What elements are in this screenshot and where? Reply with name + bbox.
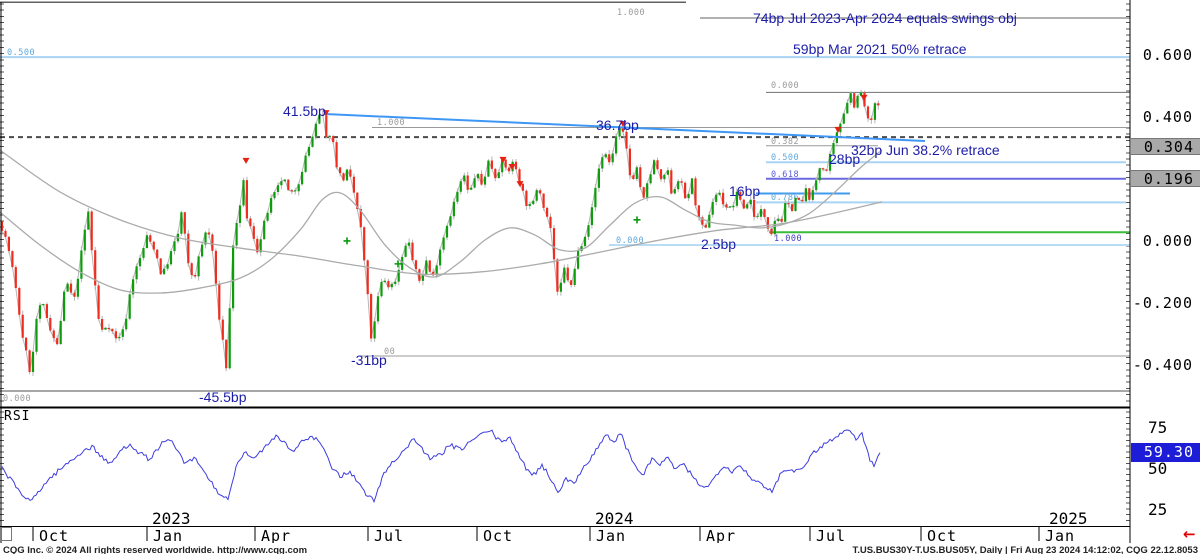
price-axis-label-0.600: 0.600 xyxy=(1132,46,1193,64)
sell-arrow-marker-0 xyxy=(243,158,250,164)
annotation-5: 28bp xyxy=(829,151,860,167)
price-close-connector xyxy=(2,92,878,372)
fib-label-6: 0.618 xyxy=(771,170,799,180)
rsi-line xyxy=(2,430,880,502)
symbol-status-text: T.US.BUS30Y-T.US.BUS05Y, Daily | Fri Aug… xyxy=(852,545,1198,554)
fib-label-2: 0.000 xyxy=(771,81,799,91)
sell-arrow-marker-7 xyxy=(861,95,868,101)
copyright-text: CQG Inc. © 2024 All rights reserved worl… xyxy=(3,545,307,554)
status-bar: CQG Inc. © 2024 All rights reserved worl… xyxy=(0,543,1200,554)
annotation-7: 2.5bp xyxy=(701,236,736,252)
annotation-1: 59bp Mar 2021 50% retrace xyxy=(793,41,967,57)
rsi-axis-label-75: 75 xyxy=(1148,418,1167,437)
annotation-9: -45.5bp xyxy=(199,389,246,405)
rsi-axis-label-25: 25 xyxy=(1148,500,1167,519)
axis-minor-ticks xyxy=(0,4,1130,520)
annotation-2: 41.5bp xyxy=(283,103,326,119)
rsi-value-badge: 59.30 xyxy=(1131,443,1200,462)
fib-label-8: 1.000 xyxy=(774,234,802,244)
annotation-0: 74bp Jul 2023-Apr 2024 equals swings obj xyxy=(753,10,1017,26)
fib-label-0: 1.000 xyxy=(617,8,645,18)
price-badge-0304: 0.304 xyxy=(1131,138,1200,155)
time-axis-year-2024: 2024 xyxy=(595,509,634,528)
fib-label-11: 0.000 xyxy=(3,394,31,404)
time-axis-year-2025: 2025 xyxy=(1049,509,1088,528)
annotation-8: -31bp xyxy=(351,352,387,368)
rsi-label: RSI xyxy=(4,409,30,424)
scroll-back-arrow[interactable]: ← xyxy=(1183,525,1196,543)
price-axis-label-0.000: 0.000 xyxy=(1132,232,1193,250)
buy-plus-marker-0 xyxy=(344,237,351,244)
month-dividers xyxy=(33,527,1039,541)
ma-fast-line xyxy=(0,150,882,293)
price-axis-label--0.200: -0.200 xyxy=(1132,294,1193,312)
cqg-chart-window: 1.0000.5000.0001.0000.3820.5000.6180.786… xyxy=(0,0,1200,554)
annotation-3: 36.7bp xyxy=(596,117,639,133)
price-axis-label--0.400: -0.400 xyxy=(1132,356,1193,374)
price-badge-0196: 0.196 xyxy=(1131,170,1200,187)
chart-canvas[interactable]: 1.0000.5000.0001.0000.3820.5000.6180.786… xyxy=(0,0,1200,554)
fib-label-4: 0.382 xyxy=(771,137,799,147)
annotation-6: 16bp xyxy=(729,183,760,199)
price-axis-label-0.400: 0.400 xyxy=(1132,108,1193,126)
candles-down[interactable] xyxy=(2,92,878,372)
annotation-4: 32bp Jun 38.2% retrace xyxy=(851,142,1000,158)
fib-label-5: 0.500 xyxy=(771,153,799,163)
time-axis-year-2023: 2023 xyxy=(152,509,191,528)
timeline-corner-box[interactable] xyxy=(1,527,12,541)
fib-label-3: 1.000 xyxy=(377,118,405,128)
fib-label-1: 0.500 xyxy=(7,48,35,58)
buy-plus-marker-2 xyxy=(634,216,641,223)
